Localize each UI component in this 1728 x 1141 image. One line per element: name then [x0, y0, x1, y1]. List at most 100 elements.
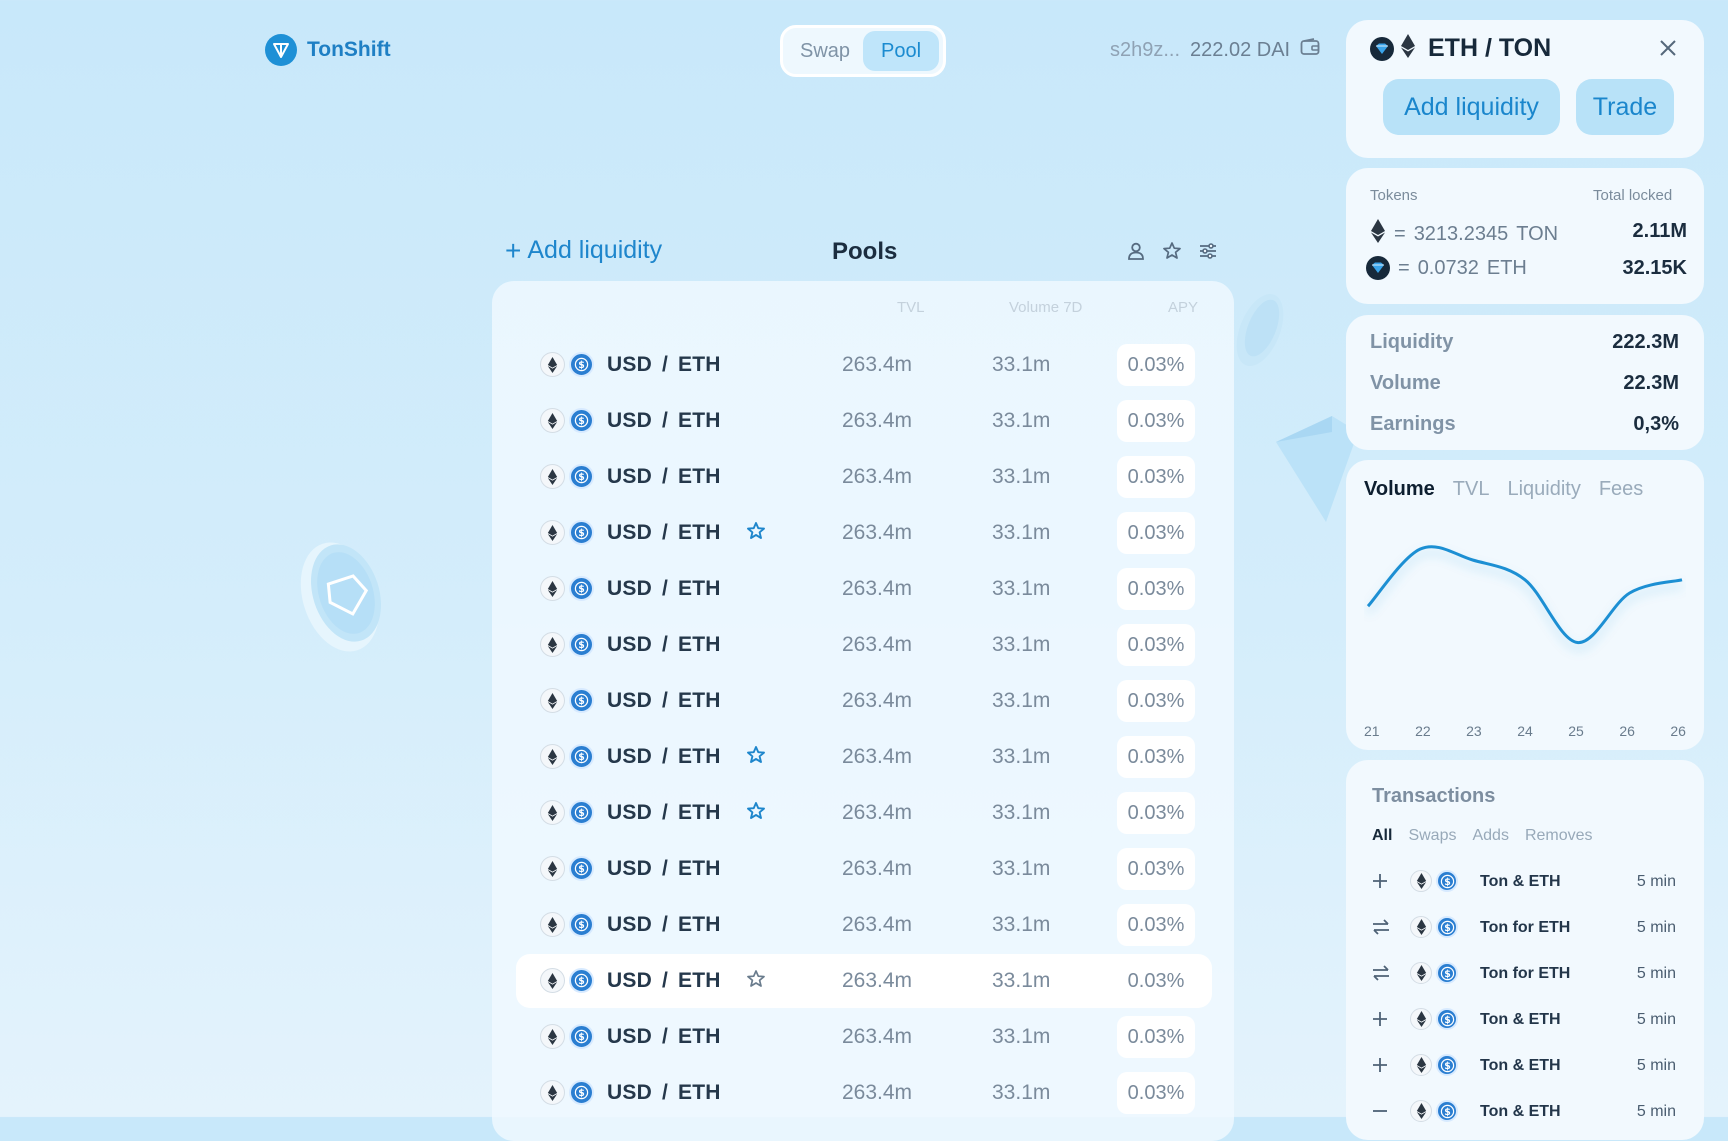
table-row[interactable]: $ USD / ETH 263.4m 33.1m 0.03%	[516, 562, 1212, 616]
transaction-time: 5 min	[1636, 1011, 1676, 1028]
transaction-row[interactable]: $ Ton for ETH 5 min	[1370, 960, 1686, 990]
token-symbol: ETH	[1486, 256, 1527, 279]
volume-value: 33.1m	[992, 577, 1051, 600]
eth-icon	[540, 856, 565, 881]
table-row[interactable]: $ USD / ETH 263.4m 33.1m 0.03%	[516, 450, 1212, 504]
table-row[interactable]: $ USD / ETH 263.4m 33.1m 0.03%	[516, 898, 1212, 952]
tvl-value: 263.4m	[842, 969, 913, 992]
add-liquidity-button[interactable]: Add liquidity	[1383, 79, 1560, 135]
table-row[interactable]: $ USD / ETH 263.4m 33.1m 0.03%	[516, 842, 1212, 896]
tab-adds[interactable]: Adds	[1472, 827, 1508, 845]
volume-value: 33.1m	[992, 969, 1051, 992]
tab-swap[interactable]: Swap	[787, 31, 863, 71]
eth-icon	[540, 968, 565, 993]
add-liquidity-link[interactable]: + Add liquidity	[505, 236, 662, 265]
svg-text:$: $	[578, 976, 585, 987]
svg-text:$: $	[1444, 968, 1451, 979]
add-liquidity-label: Add liquidity	[527, 236, 663, 264]
transaction-row[interactable]: $ Ton & ETH 5 min	[1370, 868, 1686, 898]
token-pair-icons: $	[1410, 1100, 1458, 1122]
trade-button[interactable]: Trade	[1576, 79, 1674, 135]
favorite-star-icon[interactable]	[746, 521, 766, 546]
eth-icon	[540, 520, 565, 545]
usd-coin-icon: $	[569, 1024, 594, 1049]
token-pair-icons: $	[540, 688, 594, 713]
table-row[interactable]: $ USD / ETH 263.4m 33.1m 0.03%	[516, 730, 1212, 784]
volume-value: 33.1m	[992, 689, 1051, 712]
pair-name: USD / ETH	[607, 969, 721, 992]
tvl-value: 263.4m	[842, 745, 913, 768]
table-row[interactable]: $ USD / ETH 263.4m 33.1m 0.03%	[516, 338, 1212, 392]
wallet-icon[interactable]	[1300, 38, 1320, 62]
chart-tabs: Volume TVL Liquidity Fees	[1364, 478, 1643, 501]
apy-badge: 0.03%	[1117, 736, 1195, 778]
svg-text:$: $	[1444, 922, 1451, 933]
token-amount: 3213.2345	[1413, 222, 1509, 245]
table-row[interactable]: $ USD / ETH 263.4m 33.1m 0.03%	[516, 394, 1212, 448]
table-row[interactable]: $ USD / ETH 263.4m 33.1m 0.03%	[516, 786, 1212, 840]
pair-name: USD / ETH	[607, 409, 721, 432]
close-icon[interactable]	[1659, 39, 1677, 62]
tab-fees[interactable]: Fees	[1599, 478, 1643, 501]
wallet-info[interactable]: s2h9z... 222.02 DAI	[1110, 38, 1320, 62]
eth-icon	[540, 576, 565, 601]
token-pair-icons: $	[540, 464, 594, 489]
tab-pool[interactable]: Pool	[863, 31, 939, 71]
usd-coin-icon: $	[1436, 962, 1458, 984]
svg-text:$: $	[578, 416, 585, 427]
svg-text:$: $	[578, 696, 585, 707]
user-icon[interactable]	[1126, 241, 1146, 266]
table-row[interactable]: $ USD / ETH 263.4m 33.1m 0.03%	[516, 674, 1212, 728]
eth-icon	[1410, 1008, 1432, 1030]
transaction-label: Ton for ETH	[1480, 919, 1571, 936]
svg-text:$: $	[578, 752, 585, 763]
stat-value-liquidity: 222.3M	[1612, 331, 1679, 353]
tab-volume[interactable]: Volume	[1364, 478, 1435, 501]
tvl-value: 263.4m	[842, 1081, 913, 1104]
pair-name: USD / ETH	[607, 1025, 721, 1048]
pair-name: USD / ETH	[607, 745, 721, 768]
tab-all[interactable]: All	[1372, 827, 1392, 845]
column-header-volume: Volume 7D	[1009, 299, 1083, 316]
wallet-balance: 222.02 DAI	[1190, 38, 1291, 61]
favorite-star-icon[interactable]	[746, 801, 766, 826]
tab-tvl[interactable]: TVL	[1453, 478, 1490, 501]
token-pair-icons: $	[540, 968, 594, 993]
star-outline-icon[interactable]	[746, 969, 766, 994]
column-header-apy: APY	[1168, 299, 1199, 316]
table-row[interactable]: $ USD / ETH 263.4m 33.1m 0.03%	[516, 954, 1212, 1008]
token-amount: 0.0732	[1417, 256, 1479, 279]
token-pair-icons: $	[540, 1080, 594, 1105]
tab-liquidity[interactable]: Liquidity	[1507, 478, 1580, 501]
tab-swaps[interactable]: Swaps	[1408, 827, 1456, 845]
transaction-row[interactable]: $ Ton & ETH 5 min	[1370, 1098, 1686, 1128]
table-row[interactable]: $ USD / ETH 263.4m 33.1m 0.03%	[516, 1066, 1212, 1120]
table-row[interactable]: $ USD / ETH 263.4m 33.1m 0.03%	[516, 618, 1212, 672]
transaction-label: Ton for ETH	[1480, 965, 1571, 982]
usd-coin-icon: $	[569, 856, 594, 881]
table-row[interactable]: $ USD / ETH 263.4m 33.1m 0.03%	[516, 506, 1212, 560]
tvl-value: 263.4m	[842, 689, 913, 712]
tvl-value: 263.4m	[842, 857, 913, 880]
token-pair-icons: $	[1410, 1008, 1458, 1030]
svg-text:$: $	[578, 920, 585, 931]
transaction-row[interactable]: $ Ton & ETH 5 min	[1370, 1006, 1686, 1036]
eth-icon	[540, 744, 565, 769]
transaction-row[interactable]: $ Ton for ETH 5 min	[1370, 914, 1686, 944]
table-row[interactable]: $ USD / ETH 263.4m 33.1m 0.03%	[516, 1010, 1212, 1064]
favorite-star-icon[interactable]	[746, 745, 766, 770]
svg-text:$: $	[578, 472, 585, 483]
tab-removes[interactable]: Removes	[1525, 827, 1593, 845]
star-icon[interactable]	[1162, 241, 1182, 266]
usd-coin-icon: $	[569, 968, 594, 993]
svg-text:$: $	[578, 360, 585, 371]
token-pair-icons: $	[1410, 870, 1458, 892]
eth-icon	[1410, 962, 1432, 984]
brand-logo[interactable]: TonShift	[265, 34, 391, 66]
transaction-row[interactable]: $ Ton & ETH 5 min	[1370, 1052, 1686, 1082]
usd-coin-icon: $	[1436, 916, 1458, 938]
transaction-tabs: All Swaps Adds Removes	[1372, 827, 1593, 845]
eth-icon	[540, 912, 565, 937]
filter-icon[interactable]	[1198, 241, 1218, 266]
stat-value-earnings: 0,3%	[1633, 413, 1679, 435]
